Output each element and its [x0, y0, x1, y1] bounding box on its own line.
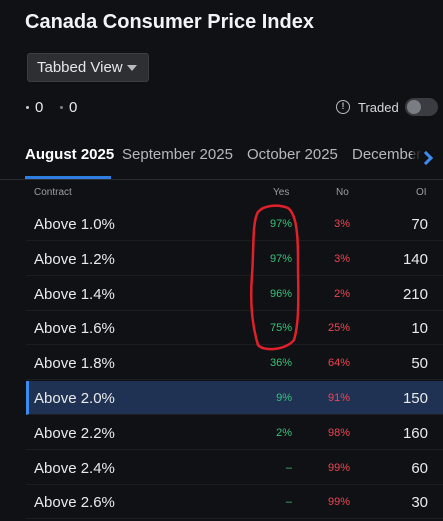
open-interest: 50 [411, 355, 428, 373]
column-header-oi: OI [416, 187, 427, 198]
contract-label: Above 2.4% [34, 459, 115, 477]
column-header-no: No [336, 187, 349, 198]
no-price[interactable]: 91% [328, 392, 350, 404]
no-price[interactable]: 3% [334, 253, 350, 265]
no-price[interactable]: 2% [334, 288, 350, 300]
table-row[interactable]: Above 2.4% – 99% 60 [26, 451, 443, 485]
yes-price[interactable]: 9% [276, 392, 292, 404]
yes-price[interactable]: 75% [270, 322, 292, 334]
contract-label: Above 2.2% [34, 424, 115, 442]
bullet-icon [26, 106, 29, 109]
contract-label: Above 1.4% [34, 285, 115, 303]
tab-december[interactable]: December [352, 146, 421, 163]
table-row[interactable]: Above 1.0% 97% 3% 70 [26, 207, 443, 241]
bullet-icon [60, 106, 63, 109]
contract-label: Above 2.0% [34, 390, 115, 407]
contract-label: Above 2.6% [34, 494, 115, 512]
open-interest: 210 [402, 285, 428, 303]
contract-label: Above 1.2% [34, 250, 115, 268]
page-title: Canada Consumer Price Index [25, 11, 314, 33]
column-header-yes: Yes [273, 187, 290, 198]
open-interest: 70 [411, 216, 428, 233]
view-mode-value: Tabbed View [37, 59, 123, 76]
open-interest: 60 [411, 459, 428, 477]
chevron-down-icon [127, 65, 137, 71]
yes-price[interactable]: 2% [276, 427, 292, 439]
tabs-next-button[interactable] [412, 140, 443, 176]
open-interest: 30 [411, 494, 428, 512]
open-interest: 150 [402, 390, 428, 407]
tab-august-2025[interactable]: August 2025 [25, 146, 114, 163]
stat-value-2: 0 [69, 99, 78, 116]
toggle-knob [407, 100, 421, 114]
no-price[interactable]: 98% [328, 427, 350, 439]
contract-label: Above 1.6% [34, 320, 115, 338]
active-tab-indicator [25, 176, 111, 179]
no-price[interactable]: 3% [334, 218, 350, 230]
column-header-contract: Contract [34, 187, 72, 198]
contract-label: Above 1.0% [34, 216, 115, 233]
table-row[interactable]: Above 1.6% 75% 25% 10 [26, 311, 443, 346]
alert-circle-icon[interactable]: ! [336, 100, 350, 114]
yes-price[interactable]: – [286, 462, 292, 474]
yes-price[interactable]: 36% [270, 357, 292, 369]
open-interest: 160 [402, 424, 428, 442]
no-price[interactable]: 99% [328, 496, 350, 508]
tab-september-2025[interactable]: September 2025 [122, 146, 233, 163]
stat-value-1: 0 [35, 99, 44, 116]
table-row[interactable]: Above 2.6% – 99% 30 [26, 485, 443, 520]
no-price[interactable]: 25% [328, 322, 350, 334]
table-row[interactable]: Above 1.8% 36% 64% 50 [26, 346, 443, 381]
open-interest: 10 [411, 320, 428, 338]
stat-counter-2: 0 [60, 99, 77, 116]
view-mode-dropdown[interactable]: Tabbed View [27, 53, 149, 82]
traded-label: Traded [358, 100, 399, 115]
stat-counter-1: 0 [26, 99, 43, 116]
contract-label: Above 1.8% [34, 355, 115, 373]
table-header: Contract Yes No OI [0, 182, 443, 204]
yes-price[interactable]: – [286, 496, 292, 508]
no-price[interactable]: 64% [328, 357, 350, 369]
month-tabs: August 2025 September 2025 October 2025 … [0, 140, 443, 180]
yes-price[interactable]: 97% [270, 253, 292, 265]
table-row[interactable]: Above 2.2% 2% 98% 160 [26, 416, 443, 450]
open-interest: 140 [402, 250, 428, 268]
table-row[interactable]: Above 1.4% 96% 2% 210 [26, 277, 443, 311]
chevron-right-icon [418, 150, 433, 166]
traded-toggle[interactable] [405, 98, 438, 116]
table-row[interactable]: Above 2.0% 9% 91% 150 [26, 381, 443, 415]
table-row[interactable]: Above 1.2% 97% 3% 140 [26, 242, 443, 276]
tab-october-2025[interactable]: October 2025 [247, 146, 338, 163]
yes-price[interactable]: 97% [270, 218, 292, 230]
yes-price[interactable]: 96% [270, 288, 292, 300]
no-price[interactable]: 99% [328, 462, 350, 474]
